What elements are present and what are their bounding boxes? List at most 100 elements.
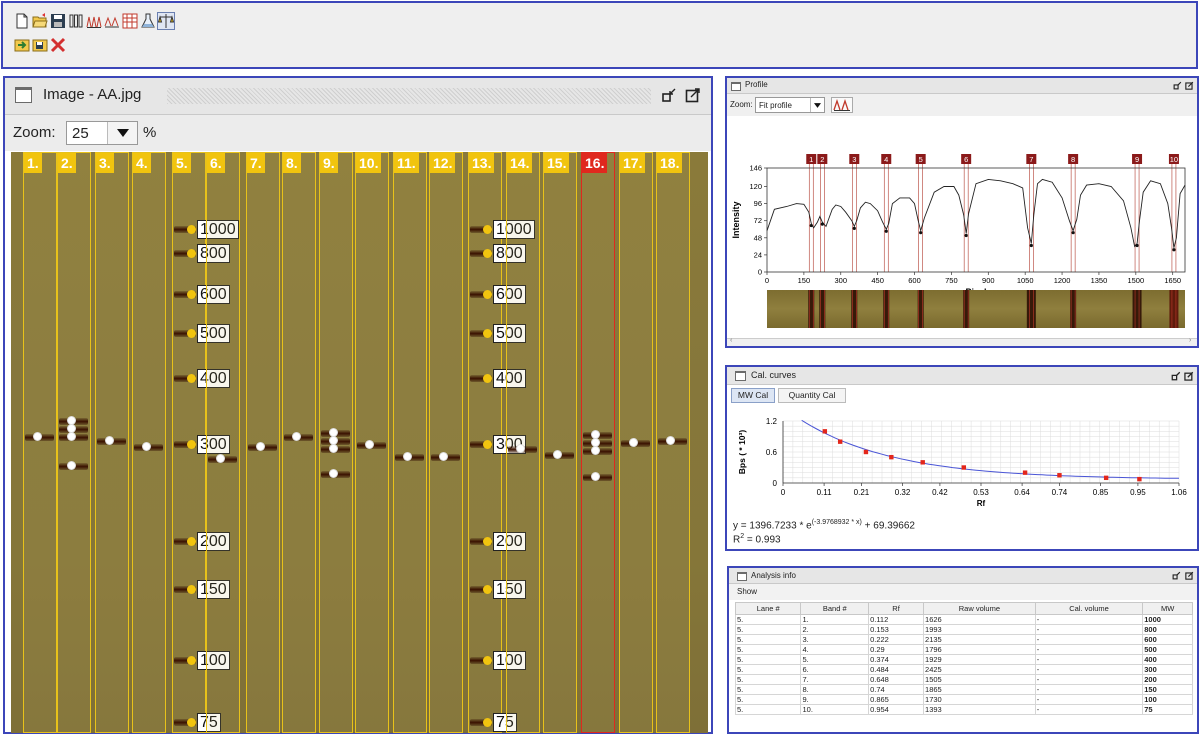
lane-number[interactable]: 2. [58,153,76,173]
lane-number[interactable]: 4. [133,153,151,173]
band-marker-dot[interactable] [67,461,76,470]
band-marker-dot[interactable] [553,450,562,459]
lane-18[interactable]: 18. [656,152,690,733]
lane-13[interactable]: 13. 1000 800 600 500 400 300 200 150 100 75 [468,152,535,733]
lane-15[interactable]: 15. [543,152,577,733]
band-marker-dot[interactable] [216,454,225,463]
table-row[interactable]: 5. 9. 0.865 1730-100 [734,694,1193,705]
maximize-icon[interactable] [1185,81,1194,90]
lane-11[interactable]: 11. [393,152,427,733]
lane-9[interactable]: 9. [319,152,353,733]
band-marker-dot[interactable] [629,438,638,447]
lane-number[interactable]: 5. [173,153,191,173]
lane-number[interactable]: 7. [247,153,265,173]
lane-number[interactable]: 11. [394,153,419,173]
table-row[interactable]: 5. 2. 0.153 1993-800 [734,624,1193,635]
lane-number[interactable]: 3. [96,153,114,173]
lane-4[interactable]: 4. [132,152,166,733]
band-marker-dot[interactable] [666,436,675,445]
title-drag-area[interactable] [167,88,651,104]
lane-number[interactable]: 8. [283,153,301,173]
column-header[interactable]: Raw volume [923,602,1036,615]
band-marker-dot[interactable] [591,472,600,481]
maximize-icon[interactable] [1184,371,1194,381]
show-menu[interactable]: Show [737,587,757,596]
table-row[interactable]: 5. 6. 0.484 2425-300 [734,664,1193,675]
tab-mw-cal[interactable]: MW Cal [731,388,775,403]
zoom-combobox[interactable]: 25 [66,121,138,145]
profile-zoom-combobox[interactable]: Fit profile [755,97,825,113]
toolbar-row2-button-2[interactable] [31,36,49,54]
lane-number[interactable]: 9. [320,153,338,173]
band-marker-dot[interactable] [67,432,76,441]
band-marker-dot[interactable] [365,440,374,449]
lane-3[interactable]: 3. [95,152,129,733]
column-header[interactable]: Cal. volume [1034,602,1144,615]
toolbar-button-8[interactable] [139,12,157,30]
column-header[interactable]: Rf [868,602,925,615]
minimize-icon[interactable] [1172,571,1181,580]
band-marker-dot[interactable] [329,469,338,478]
lane-number[interactable]: 6. [207,153,225,173]
lane-17[interactable]: 17. [619,152,653,733]
lane-number[interactable]: 15. [544,153,570,173]
lane-12[interactable]: 12. [429,152,463,733]
lane-number[interactable]: 1. [24,153,42,173]
lane-14[interactable]: 14. [506,152,540,733]
lane-number[interactable]: 10. [356,153,382,173]
maximize-icon[interactable] [685,87,701,103]
minimize-icon[interactable] [1171,371,1181,381]
table-row[interactable]: 5. 7. 0.648 1505-200 [734,674,1193,685]
profile-scrollbar[interactable]: ‹ › [727,337,1197,346]
table-row[interactable]: 5. 10. 0.954 1393-75 [734,704,1193,715]
profile-zoom-dropdown[interactable] [810,98,824,112]
band-marker-dot[interactable] [105,436,114,445]
lane-10[interactable]: 10. [355,152,389,733]
band-marker-dot[interactable] [142,442,151,451]
lane-number[interactable]: 13. [469,153,495,173]
tab-quantity-cal[interactable]: Quantity Cal [778,388,846,403]
band-marker-dot[interactable] [33,432,42,441]
lane-number[interactable]: 17. [620,153,646,173]
lane-5[interactable]: 5. 1000 800 600 500 400 300 200 150 100 75 [172,152,239,733]
scroll-left-icon[interactable]: ‹ [730,337,732,344]
lane-16[interactable]: 16. [581,152,615,733]
minimize-icon[interactable] [1173,81,1182,90]
lane-6[interactable]: 6. [206,152,240,733]
band-marker-dot[interactable] [329,444,338,453]
band-marker-dot[interactable] [591,446,600,455]
toolbar-button-9[interactable] [157,12,175,30]
band-marker-dot[interactable] [439,452,448,461]
toolbar-button-7[interactable] [121,12,139,30]
table-row[interactable]: 5. 5. 0.374 1929-400 [734,654,1193,665]
band-marker-dot[interactable] [292,432,301,441]
toolbar-button-5[interactable] [85,12,103,30]
band-marker-dot[interactable] [256,442,265,451]
toolbar-row2-button-1[interactable] [13,36,31,54]
gel-image[interactable]: 1. 2. 3. 4. 5. 1000 800 600 500 400 300 200 150 100 75… [11,152,708,733]
column-header[interactable]: Band # [800,602,870,615]
toolbar-button-3[interactable] [49,12,67,30]
lane-7[interactable]: 7. [246,152,280,733]
band-marker-dot[interactable] [403,452,412,461]
lane-8[interactable]: 8. [282,152,316,733]
table-row[interactable]: 5. 1. 0.112 1626-1000 [734,614,1193,625]
toolbar-button-4[interactable] [67,12,85,30]
table-row[interactable]: 5. 4. 0.29 1796-500 [734,644,1193,655]
toolbar-button-2[interactable] [31,12,49,30]
maximize-icon[interactable] [1185,571,1194,580]
band-marker-dot[interactable] [516,444,525,453]
toolbar-button-6[interactable] [103,12,121,30]
table-row[interactable]: 5. 3. 0.222 2135-600 [734,634,1193,645]
lane-number[interactable]: 14. [507,153,533,173]
lane-number[interactable]: 18. [657,153,683,173]
lane-number[interactable]: 16. [582,153,608,173]
zoom-dropdown-button[interactable] [107,122,137,144]
column-header[interactable]: MW [1142,602,1193,615]
lane-1[interactable]: 1. [23,152,57,733]
table-row[interactable]: 5. 8. 0.74 1865-150 [734,684,1193,695]
column-header[interactable]: Lane # [734,602,802,615]
toolbar-button-1[interactable] [13,12,31,30]
peak-detect-button[interactable] [831,97,853,113]
lane-number[interactable]: 12. [430,153,456,173]
